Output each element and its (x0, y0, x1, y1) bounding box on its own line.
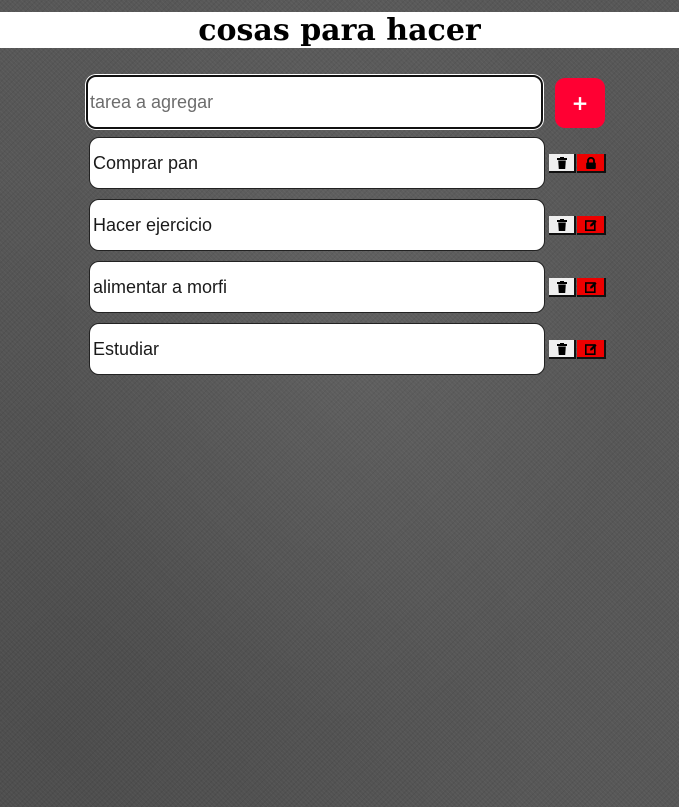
task-text: Comprar pan (89, 137, 545, 189)
task-item: Hacer ejercicio (89, 199, 609, 251)
edit-task-button[interactable] (577, 278, 606, 297)
new-task-input[interactable] (86, 75, 543, 129)
delete-task-button[interactable] (549, 278, 576, 297)
task-list: Comprar pan Hacer ejercicio alimentar a … (89, 137, 609, 385)
trash-icon (556, 280, 567, 293)
task-text: Estudiar (89, 323, 545, 375)
trash-icon (556, 218, 567, 231)
task-item: alimentar a morfi (89, 261, 609, 313)
task-item: Estudiar (89, 323, 609, 375)
edit-icon (584, 219, 597, 231)
lock-task-button[interactable] (577, 154, 606, 173)
trash-icon (556, 156, 567, 169)
add-task-button[interactable]: + (555, 78, 605, 128)
task-text: Hacer ejercicio (89, 199, 545, 251)
edit-task-button[interactable] (577, 340, 606, 359)
edit-icon (584, 281, 597, 293)
lock-icon (585, 156, 596, 169)
task-item: Comprar pan (89, 137, 609, 189)
edit-task-button[interactable] (577, 216, 606, 235)
page-header: cosas para hacer (0, 12, 679, 48)
task-text: alimentar a morfi (89, 261, 545, 313)
page-title: cosas para hacer (198, 13, 481, 48)
delete-task-button[interactable] (549, 216, 576, 235)
delete-task-button[interactable] (549, 154, 576, 173)
trash-icon (556, 342, 567, 355)
delete-task-button[interactable] (549, 340, 576, 359)
edit-icon (584, 343, 597, 355)
